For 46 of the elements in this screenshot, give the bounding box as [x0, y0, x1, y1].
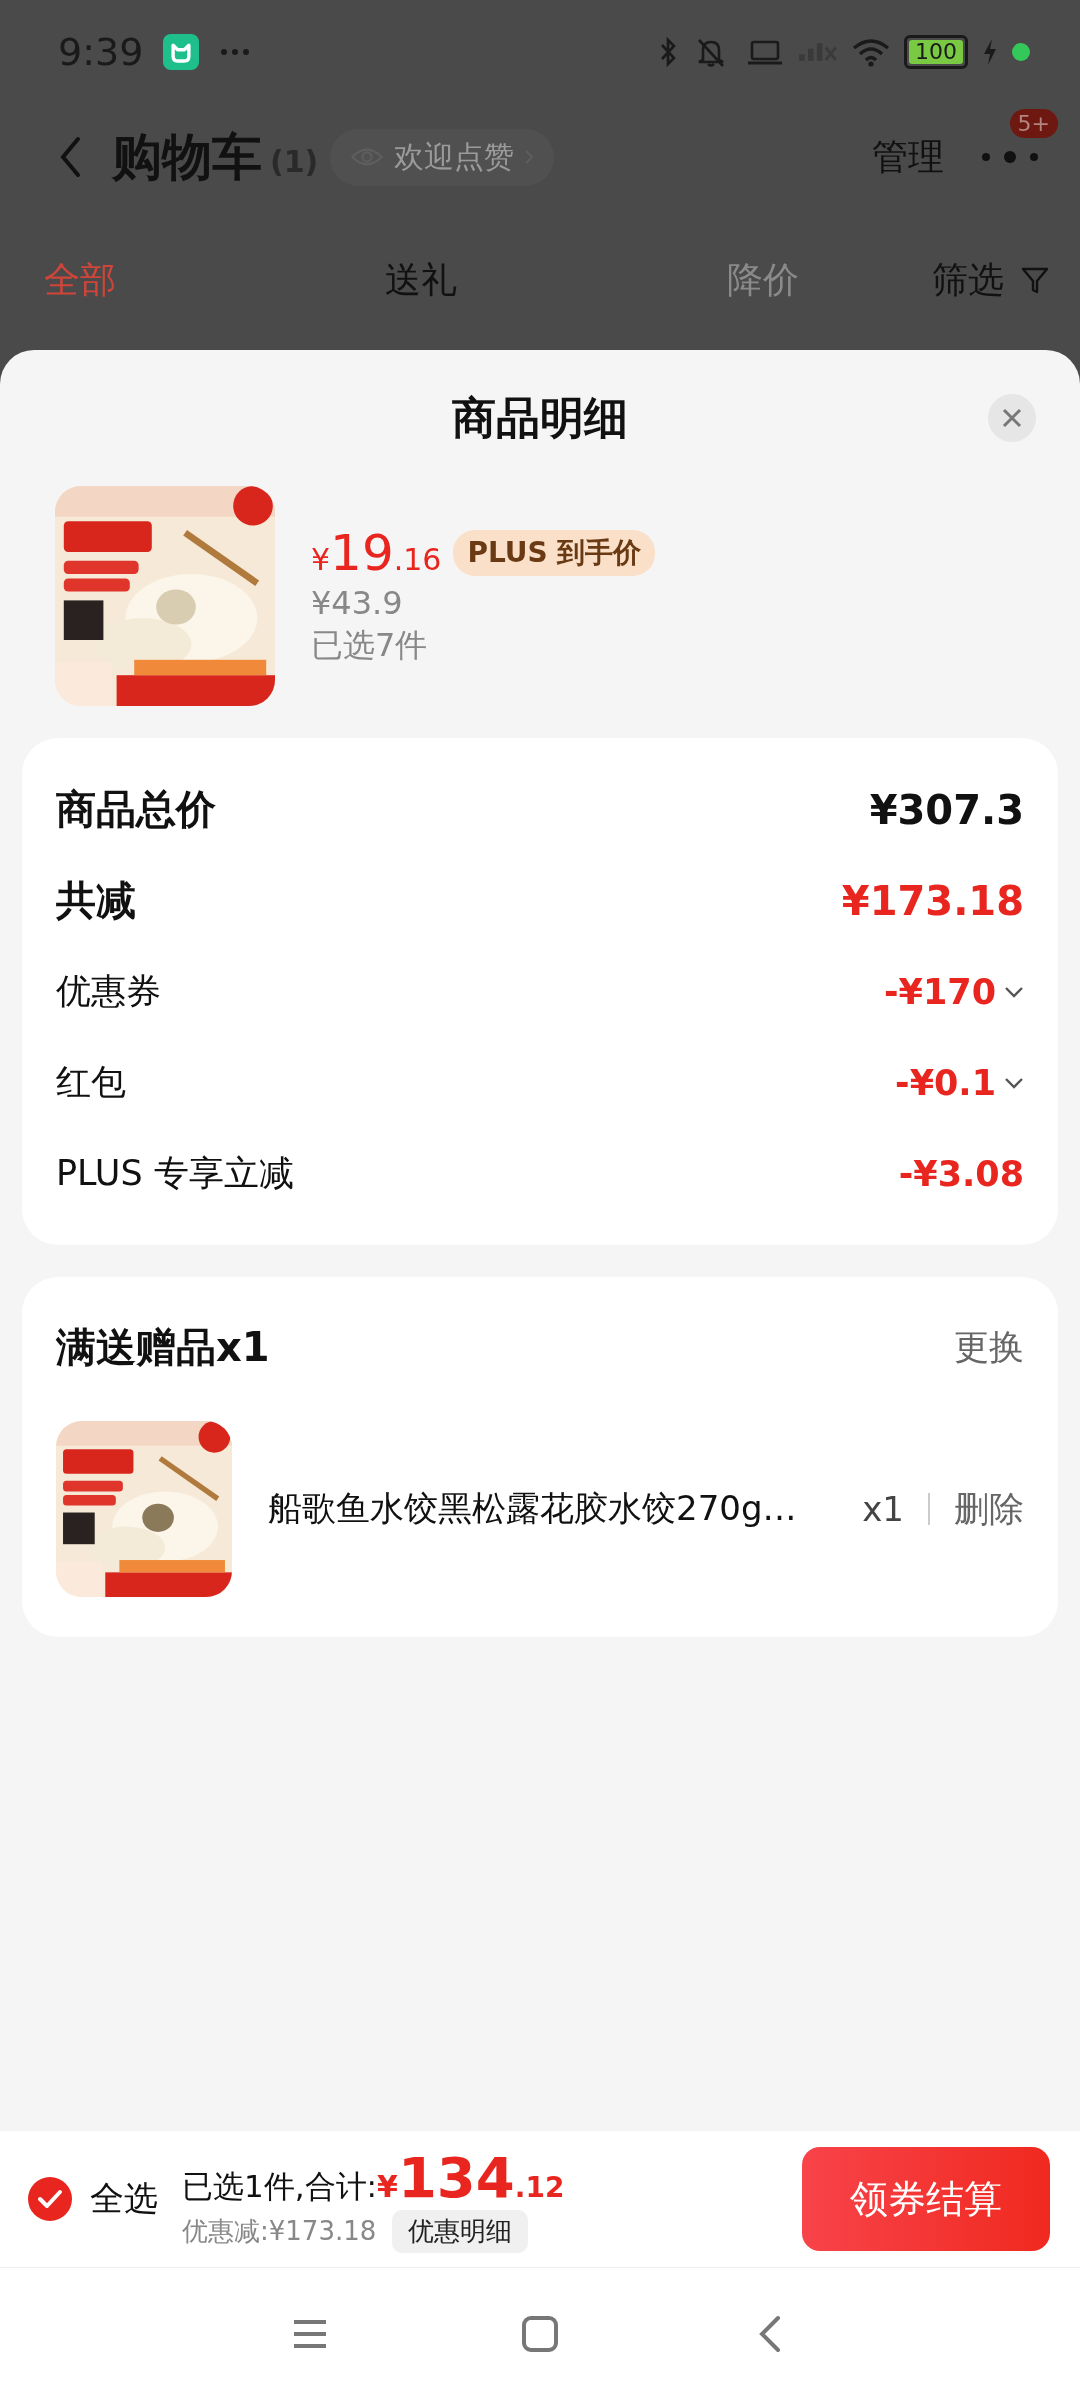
more-dots-icon [219, 48, 252, 56]
filter-button[interactable]: 筛选 [932, 255, 1050, 305]
gift-quantity: x1 [862, 1489, 904, 1529]
summary-value: -¥3.08 [898, 1153, 1024, 1194]
summary-value: ¥173.18 [841, 877, 1024, 924]
filter-icon [1020, 265, 1050, 295]
home-icon[interactable] [520, 2314, 560, 2354]
checkout-button[interactable]: 领券结算 [802, 2147, 1050, 2251]
status-dot-icon [1012, 43, 1030, 61]
selected-summary: 已选1件,合计: [182, 2167, 378, 2206]
summary-value: -¥170 [884, 971, 996, 1012]
close-icon[interactable] [988, 394, 1036, 442]
expand-caret-icon[interactable] [1004, 985, 1024, 998]
wifi-icon [850, 36, 892, 68]
summary-label: 红包 [56, 1061, 127, 1104]
tab[interactable]: 全部 [44, 255, 116, 305]
original-price: ¥43.9 [311, 584, 404, 622]
discount-detail-button[interactable]: 优惠明细 [392, 2210, 529, 2253]
plus-price-tag: PLUS 到手价 [453, 530, 656, 576]
gift-title: 满送赠品x1 [56, 1322, 270, 1372]
summary-value: -¥0.1 [895, 1062, 996, 1103]
manage-button[interactable]: 管理 [872, 132, 944, 182]
page-title: 购物车 [112, 126, 262, 188]
summary-label: 商品总价 [56, 785, 217, 834]
like-pill[interactable]: 欢迎点赞 [330, 128, 555, 186]
summary-label: 优惠券 [56, 970, 162, 1013]
price: ¥19.16 [311, 524, 442, 582]
change-link[interactable]: 更换 [954, 1323, 1024, 1371]
selected-count: 已选7件 [311, 625, 429, 666]
tab[interactable]: 送礼 [385, 255, 458, 305]
battery-icon: 100 [904, 35, 968, 69]
notification-badge: 5+ [1009, 109, 1058, 138]
delete-link[interactable]: 删除 [954, 1485, 1024, 1533]
gift-name: 船歌鱼水饺黑松露花胶水饺270g… [268, 1487, 798, 1530]
select-all-checkbox[interactable] [28, 2177, 72, 2221]
like-pill-label: 欢迎点赞 [394, 137, 515, 176]
bluetooth-icon [658, 36, 678, 68]
summary-label: PLUS 专享立减 [56, 1152, 295, 1195]
total-price: ¥134.12 [377, 2145, 565, 2210]
expand-caret-icon[interactable] [1004, 1076, 1024, 1089]
sheet-title: 商品明细 [452, 390, 628, 445]
discount-amount: 优惠减:¥173.18 [182, 2215, 377, 2248]
app-icon [163, 34, 200, 70]
summary-value: ¥307.3 [869, 786, 1024, 833]
select-all-label: 全选 [90, 2177, 158, 2220]
summary-label: 共减 [56, 876, 137, 925]
